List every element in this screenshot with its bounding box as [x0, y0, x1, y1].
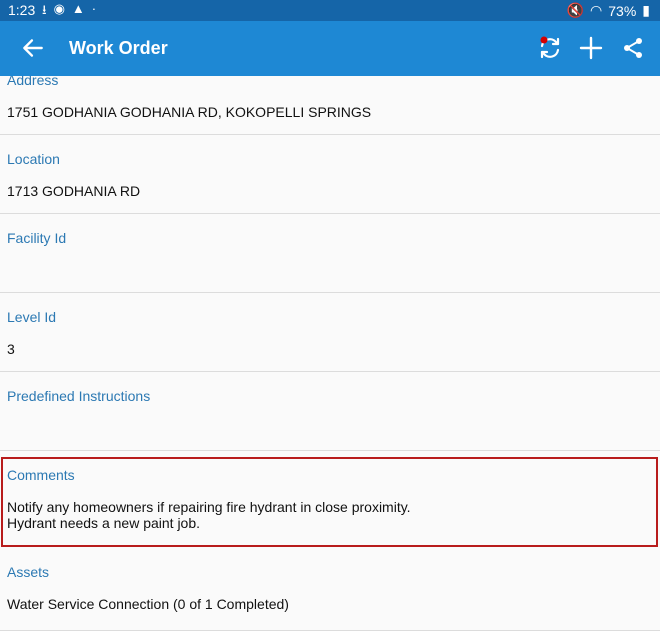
- level-id-value: 3: [7, 341, 15, 357]
- dot-icon: ·: [91, 1, 97, 16]
- add-icon[interactable]: [579, 36, 603, 60]
- download-icon: ⭳: [42, 2, 47, 17]
- facility-id-label: Facility Id: [7, 230, 67, 246]
- mute-icon: 🔇: [566, 2, 585, 18]
- comments-highlight-box: [1, 457, 658, 547]
- wifi-icon: ◠: [590, 2, 603, 18]
- assets-label: Assets: [7, 564, 50, 580]
- back-arrow-icon[interactable]: [20, 35, 46, 61]
- address-value: 1751 GODHANIA GODHANIA RD, KOKOPELLI SPR…: [7, 104, 372, 120]
- location-label: Location: [7, 151, 60, 167]
- assets-value: Water Service Connection (0 of 1 Complet…: [7, 596, 289, 612]
- share-icon[interactable]: [621, 36, 645, 60]
- work-order-details: Address 1751 GODHANIA GODHANIA RD, KOKOP…: [0, 76, 660, 631]
- app-bar: Work Order: [0, 21, 660, 76]
- assets-row[interactable]: Assets Water Service Connection (0 of 1 …: [0, 550, 660, 631]
- status-right: 🔇 ◠ 73% ▮: [567, 2, 650, 19]
- predefined-instructions-row[interactable]: Predefined Instructions: [0, 372, 660, 451]
- account-circle-icon: ◉: [53, 1, 65, 16]
- facility-id-row[interactable]: Facility Id: [0, 214, 660, 293]
- location-value: 1713 GODHANIA RD: [7, 183, 141, 199]
- level-id-label: Level Id: [7, 309, 57, 325]
- status-time: 1:23: [8, 2, 36, 18]
- page-title: Work Order: [69, 38, 168, 58]
- location-row[interactable]: Location 1713 GODHANIA RD: [0, 135, 660, 214]
- sync-icon[interactable]: [538, 36, 562, 60]
- level-id-row[interactable]: Level Id 3: [0, 293, 660, 372]
- battery-percent: 73%: [608, 2, 637, 19]
- status-icons: ⭳ ◉ ▲ ·: [42, 1, 96, 23]
- warning-icon: ▲: [71, 1, 85, 16]
- predefined-instructions-label: Predefined Instructions: [7, 388, 151, 404]
- address-row[interactable]: Address 1751 GODHANIA GODHANIA RD, KOKOP…: [0, 76, 660, 135]
- battery-icon: ▮: [642, 2, 650, 18]
- status-bar: 1:23 ⭳ ◉ ▲ · 🔇 ◠ 73% ▮: [0, 0, 660, 21]
- address-label: Address: [7, 76, 59, 88]
